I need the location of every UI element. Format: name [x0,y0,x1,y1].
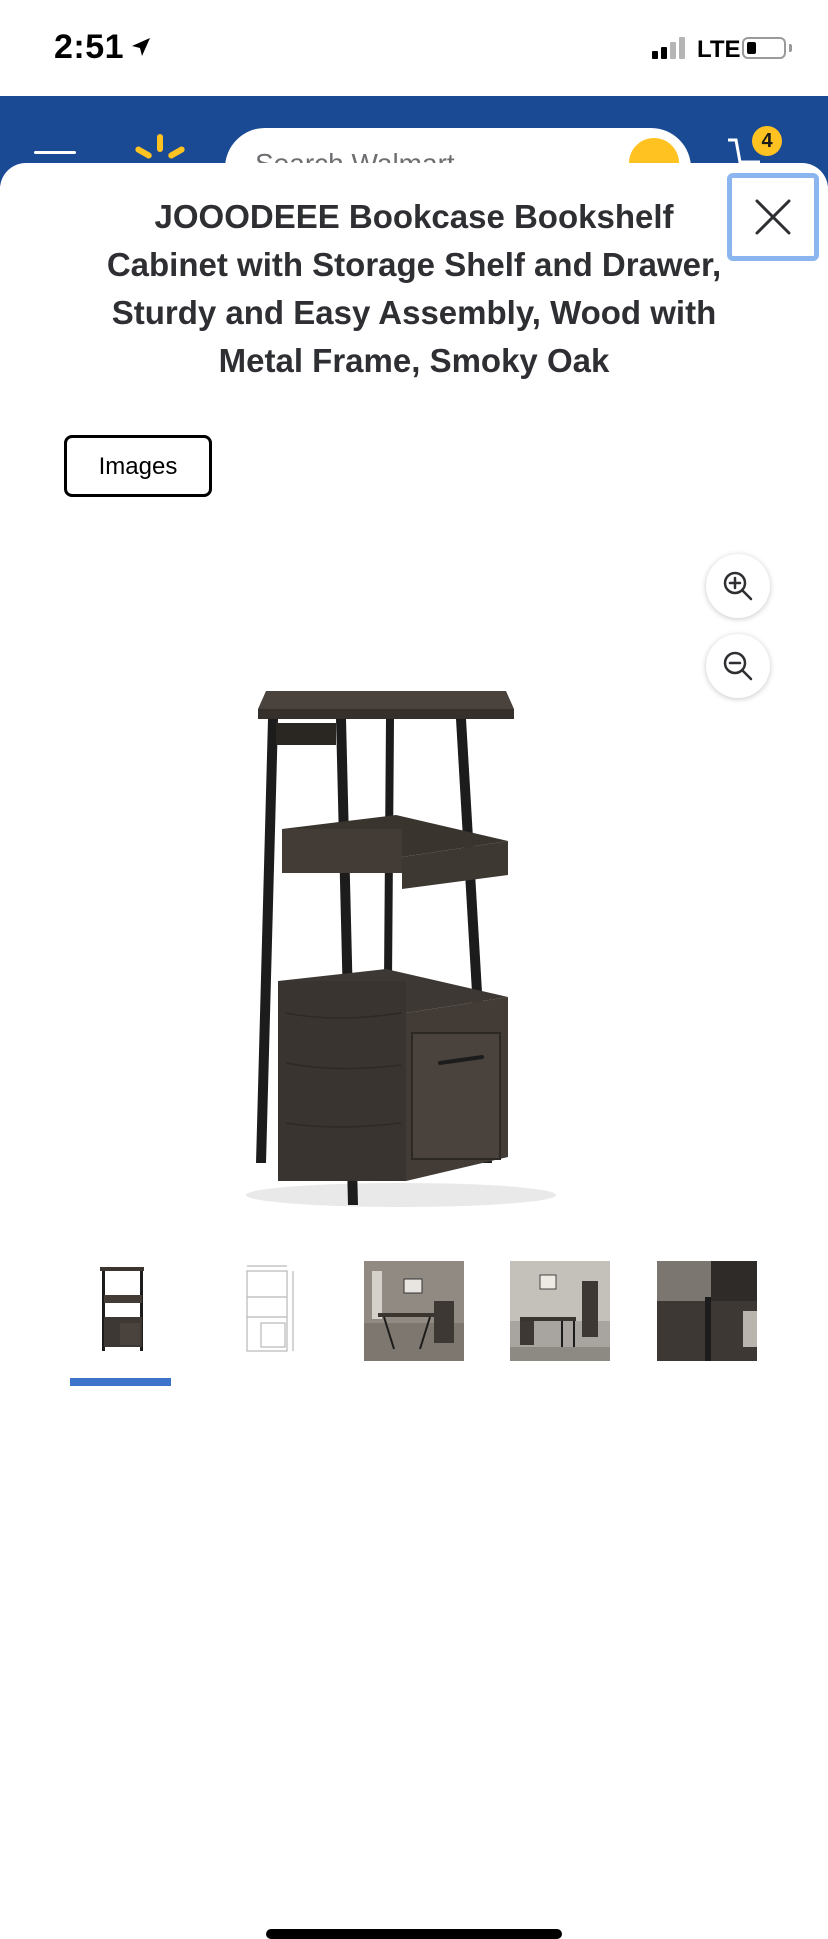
network-type: LTE [697,36,741,63]
home-indicator[interactable] [266,1929,562,1939]
close-button[interactable] [727,173,819,261]
thumbnail-2[interactable] [217,1261,317,1361]
close-icon [755,199,791,235]
product-main-image [246,691,556,1207]
thumbnail-3[interactable] [364,1261,464,1361]
cart-count-badge: 4 [752,126,782,156]
thumbnail-4[interactable] [510,1261,610,1361]
battery-icon [742,37,786,59]
images-tab-button[interactable]: Images [64,435,212,497]
product-title: JOOODEEE Bookcase Bookshelf Cabinet with… [106,198,722,379]
status-bar: 2:51 LTE [0,0,828,96]
signal-icon [652,37,685,59]
zoom-out-button[interactable] [706,634,770,698]
image-viewer-modal: JOOODEEE Bookcase Bookshelf Cabinet with… [0,163,828,1939]
selected-thumbnail-indicator [70,1378,171,1386]
menu-icon[interactable] [34,151,76,154]
status-time: 2:51 [54,28,125,66]
zoom-in-icon [723,571,753,601]
zoom-in-button[interactable] [706,554,770,618]
zoom-out-icon [723,651,753,681]
thumbnail-5[interactable] [657,1261,757,1361]
location-arrow-icon [132,38,150,56]
battery-cap [789,44,792,52]
thumbnail-1[interactable] [70,1261,170,1361]
